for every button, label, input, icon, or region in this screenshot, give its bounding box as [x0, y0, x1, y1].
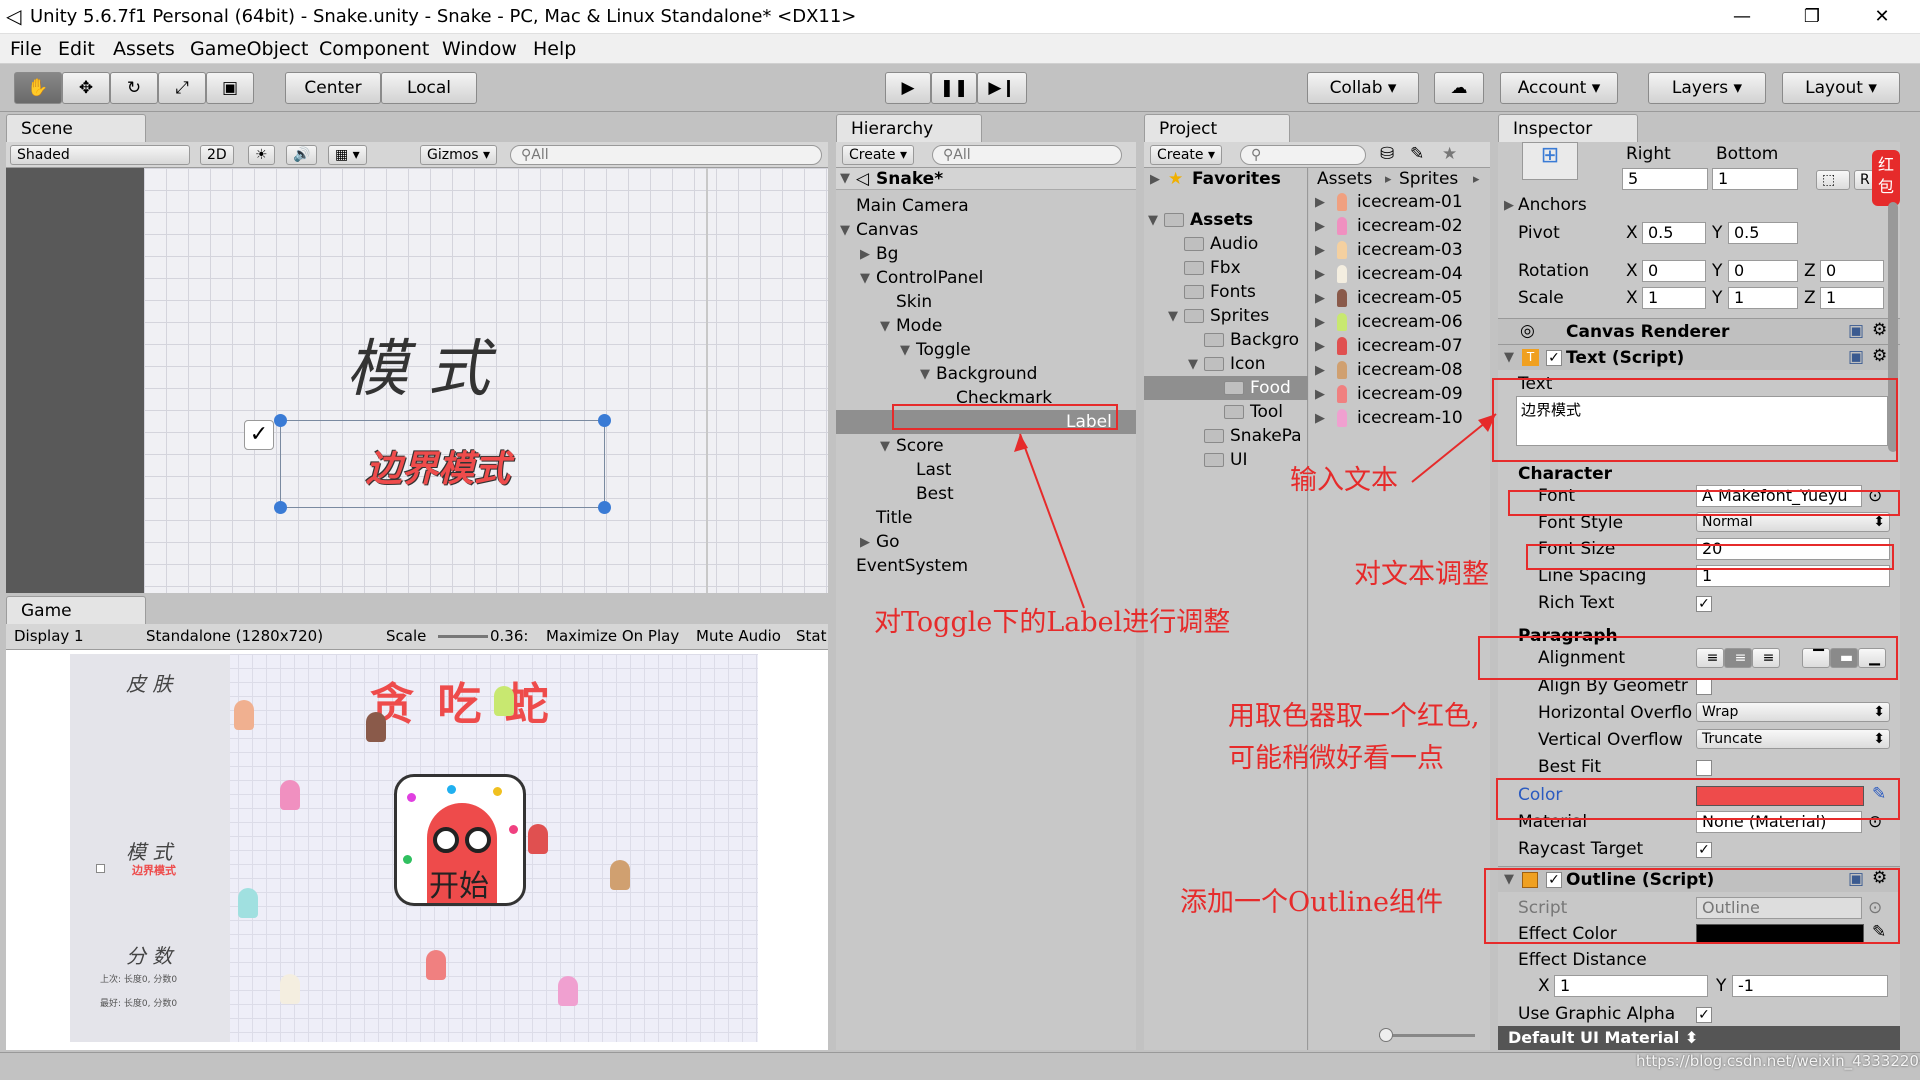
status-bar: [0, 1052, 1920, 1080]
annotation-color-pick-2: 可能稍微好看一点: [1228, 743, 1444, 774]
annotation-adjust-text: 对文本调整: [1354, 559, 1489, 590]
arrow-head-text-input: [1478, 414, 1496, 432]
annotation-color-pick-1: 用取色器取一个红色,: [1228, 701, 1480, 732]
watermark: https://blog.csdn.net/weixin_43332204: [1636, 1052, 1920, 1070]
arrow-to-label: [1019, 433, 1085, 609]
annotation-input-text: 输入文本: [1290, 465, 1398, 496]
annotation-arrows: [1014, 413, 1497, 609]
annotation-add-outline: 添加一个Outline组件: [1180, 887, 1444, 918]
annotation-toggle-label: 对Toggle下的Label进行调整: [874, 607, 1231, 638]
